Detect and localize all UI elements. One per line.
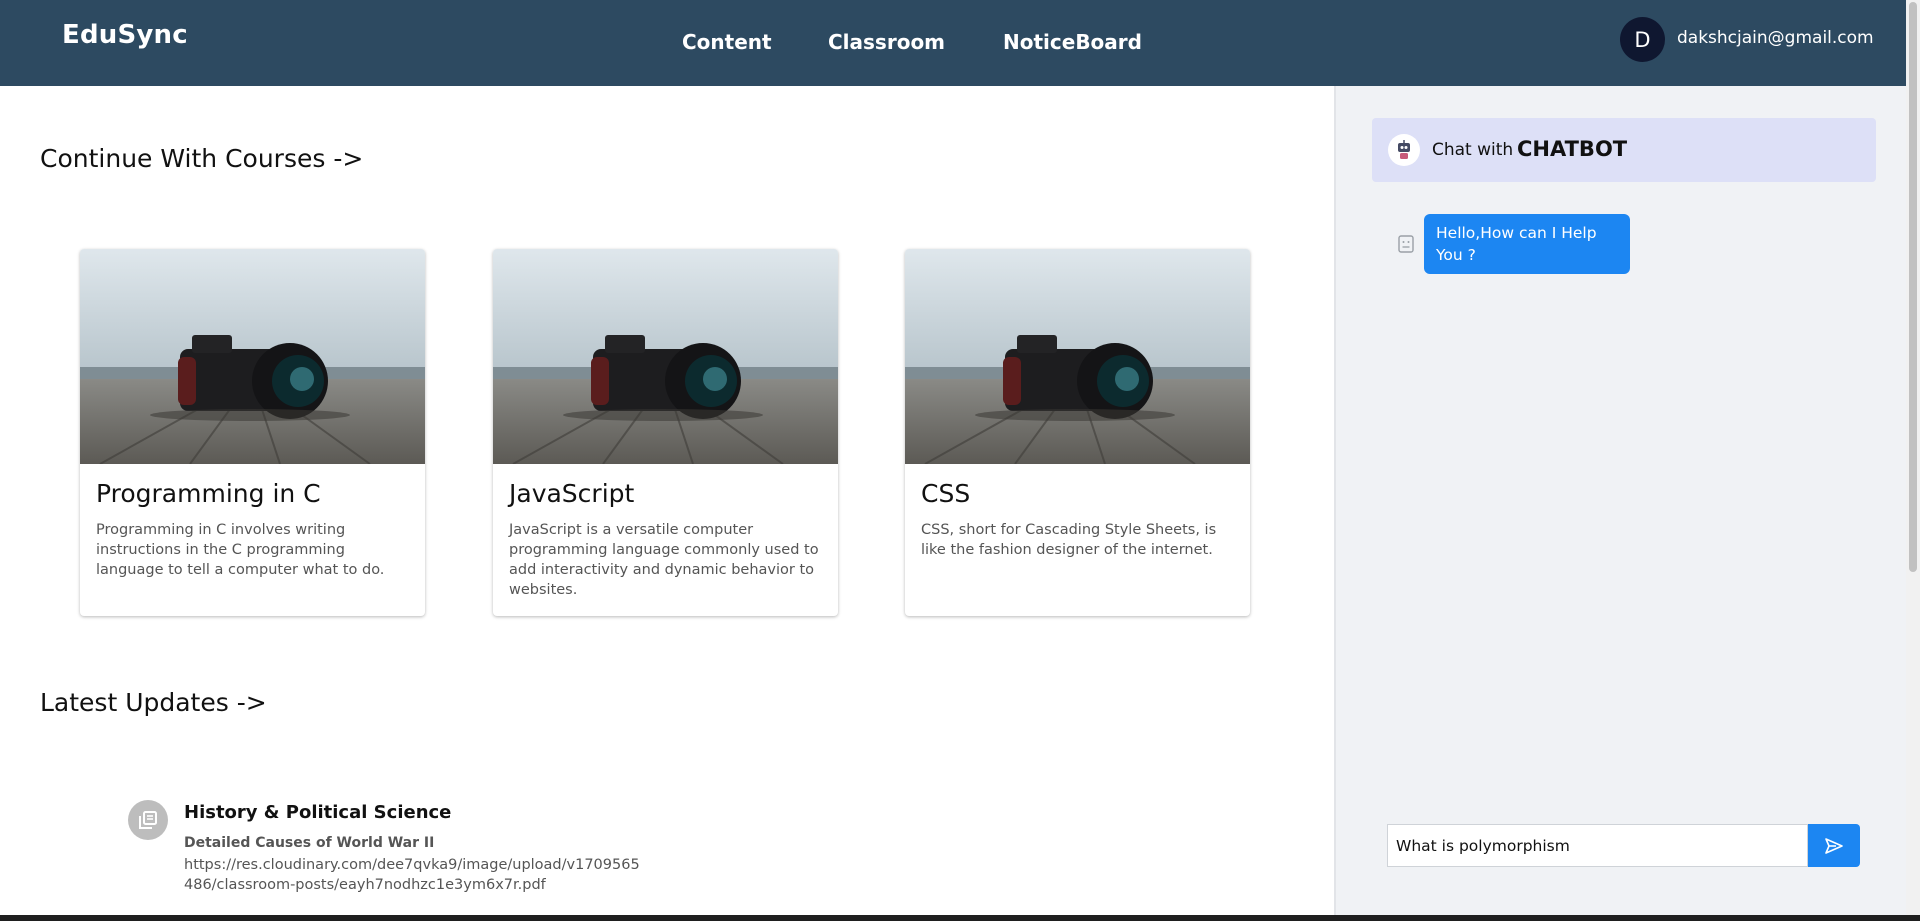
- os-taskbar: [0, 915, 1920, 921]
- scrollbar-thumb[interactable]: [1909, 2, 1917, 572]
- course-card[interactable]: Programming in C Programming in C involv…: [80, 249, 425, 616]
- update-subtitle: Detailed Causes of World War II: [184, 835, 435, 851]
- bot-message-bubble: Hello,How can I Help You ?: [1424, 214, 1630, 274]
- camera-photo: [493, 249, 838, 464]
- camera-photo: [80, 249, 425, 464]
- chat-input[interactable]: [1387, 824, 1808, 867]
- course-image: [80, 249, 425, 464]
- nav-classroom[interactable]: Classroom: [828, 30, 945, 54]
- user-avatar[interactable]: D: [1620, 17, 1665, 62]
- chat-with-label: Chat with: [1432, 140, 1514, 160]
- course-image: [493, 249, 838, 464]
- course-title: JavaScript: [509, 479, 635, 508]
- library-icon: [128, 800, 168, 840]
- course-description: CSS, short for Cascading Style Sheets, i…: [921, 522, 1217, 558]
- nav-content[interactable]: Content: [682, 30, 772, 54]
- chatbot-name: CHATBOT: [1517, 137, 1628, 161]
- course-card[interactable]: CSS CSS, short for Cascading Style Sheet…: [905, 249, 1250, 616]
- user-email[interactable]: dakshcjain@gmail.com: [1677, 28, 1874, 48]
- update-item[interactable]: History & Political Science Detailed Cau…: [128, 800, 748, 910]
- course-description: Programming in C involves writing instru…: [96, 522, 385, 578]
- courses-section-title: Continue With Courses ->: [40, 144, 364, 173]
- send-icon: [1825, 837, 1843, 854]
- nav-noticeboard[interactable]: NoticeBoard: [1003, 30, 1142, 54]
- course-description: JavaScript is a versatile computer progr…: [509, 522, 819, 598]
- bot-face-icon: [1398, 235, 1414, 253]
- chat-header: Chat with CHATBOT: [1372, 118, 1876, 182]
- chat-panel: Chat with CHATBOT Hello,How can I Help Y…: [1334, 86, 1908, 915]
- course-title: Programming in C: [96, 479, 321, 508]
- update-title: History & Political Science: [184, 802, 452, 823]
- send-button[interactable]: [1808, 824, 1860, 867]
- top-navbar: EduSync Content Classroom NoticeBoard D …: [0, 0, 1906, 86]
- update-link[interactable]: https://res.cloudinary.com/dee7qvka9/ima…: [184, 855, 644, 895]
- robot-icon: [1388, 134, 1420, 166]
- main-content: Continue With Courses -> Programming in …: [0, 86, 1334, 915]
- course-image: [905, 249, 1250, 464]
- camera-photo: [905, 249, 1250, 464]
- updates-section-title: Latest Updates ->: [40, 688, 267, 717]
- chat-compose: [1387, 824, 1862, 867]
- page-scrollbar[interactable]: [1906, 0, 1920, 915]
- course-card[interactable]: JavaScript JavaScript is a versatile com…: [493, 249, 838, 616]
- course-title: CSS: [921, 479, 971, 508]
